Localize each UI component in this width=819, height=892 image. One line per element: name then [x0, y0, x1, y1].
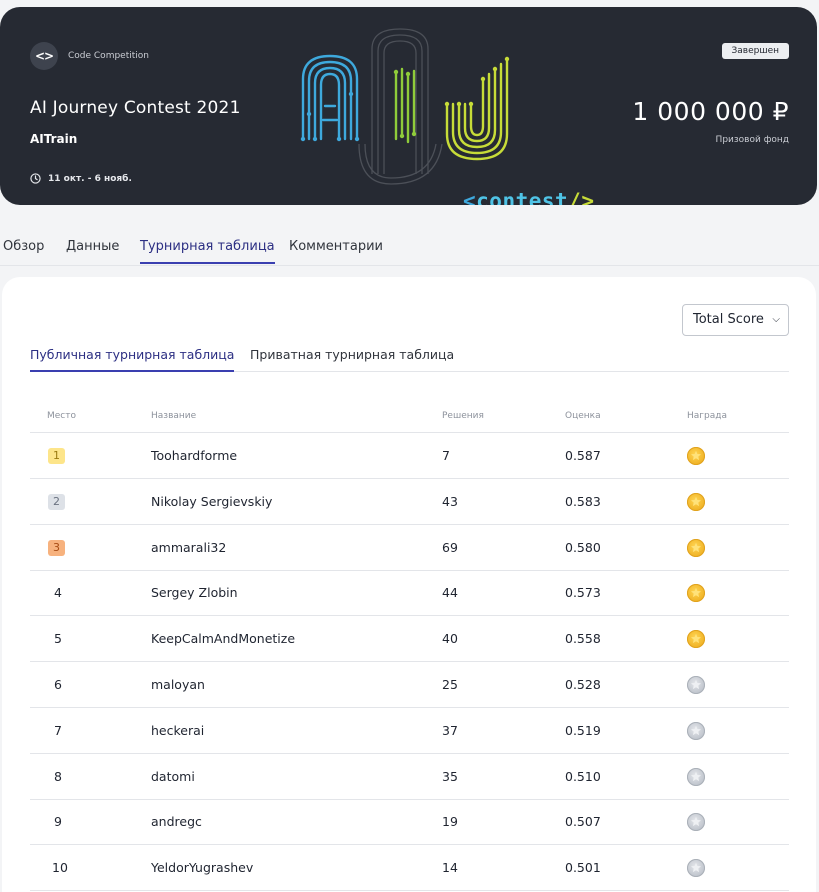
competition-type: <> Code Competition: [30, 42, 149, 70]
header-score: Оценка: [565, 411, 601, 421]
submissions-cell: 40: [442, 631, 458, 647]
rank-cell: 8: [54, 768, 62, 784]
score-cell: 0.587: [565, 448, 601, 463]
rank-cell: 5: [54, 631, 62, 647]
participant-name[interactable]: Sergey Zlobin: [151, 585, 238, 600]
participant-name[interactable]: YeldorYugrashev: [151, 860, 253, 875]
score-cell: 0.501: [565, 860, 601, 876]
table-row[interactable]: 2 Nikolay Sergievskiy 43 0.583: [30, 479, 789, 525]
submissions-cell: 35: [442, 768, 458, 784]
competition-dates-text: 11 окт. - 6 нояб.: [48, 173, 132, 184]
table-row[interactable]: 5 KeepCalmAndMonetize 40 0.558: [30, 616, 789, 663]
ai-journey-logo: [300, 28, 510, 185]
competition-title: AI Journey Contest 2021: [30, 98, 241, 118]
header-rank: Место: [47, 411, 76, 421]
participant-name[interactable]: ammarali32: [151, 540, 226, 555]
score-cell: 0.507: [565, 814, 601, 830]
tab-private-leaderboard[interactable]: Приватная турнирная таблица: [250, 347, 454, 362]
submissions-cell: 37: [442, 722, 458, 738]
table-row[interactable]: 1 Toohardforme 7 0.587: [30, 433, 789, 479]
participant-name[interactable]: datomi: [151, 769, 195, 784]
table-row[interactable]: 8 datomi 35 0.510: [30, 754, 789, 800]
code-icon: <>: [30, 42, 58, 70]
table-header: Место Название Решения Оценка Награда: [30, 402, 789, 433]
tab-overview[interactable]: Обзор: [3, 239, 44, 254]
rank-badge: 1: [48, 448, 65, 464]
silver-medal-icon: [687, 721, 705, 740]
gold-medal-icon: [687, 630, 705, 649]
tab-public-leaderboard[interactable]: Публичная турнирная таблица: [30, 347, 235, 372]
rank-badge: 3: [48, 539, 65, 556]
competition-banner: <> Code Competition AI Journey Contest 2…: [0, 7, 817, 205]
gold-medal-icon: [687, 584, 705, 603]
chevron-down-icon: ⌵: [772, 314, 780, 325]
rank-cell: 9: [54, 814, 62, 830]
table-row[interactable]: 9 andregc 19 0.507: [30, 799, 789, 846]
header-submissions: Решения: [442, 411, 484, 421]
rank-badge: 2: [48, 493, 65, 510]
score-cell: 0.558: [565, 631, 601, 647]
score-cell: 0.573: [565, 585, 601, 601]
submissions-cell: 19: [442, 814, 458, 830]
rank-cell: 4: [54, 585, 62, 601]
competition-type-label: Code Competition: [68, 51, 149, 61]
prize-label: Призовой фонд: [715, 135, 789, 145]
leaderboard-subtabs: Публичная турнирная таблица Приватная ту…: [30, 340, 789, 372]
table-row[interactable]: 3 ammarali32 69 0.580: [30, 525, 789, 571]
score-select[interactable]: Total Score ⌵: [682, 304, 789, 336]
participant-name[interactable]: Toohardforme: [151, 448, 237, 463]
competition-dates: 11 окт. - 6 нояб.: [30, 173, 132, 184]
score-cell: 0.580: [565, 539, 601, 555]
tab-comments[interactable]: Комментарии: [289, 239, 383, 254]
header-name: Название: [151, 411, 197, 421]
prize-amount: 1 000 000 ₽: [632, 97, 789, 126]
silver-medal-icon: [687, 813, 705, 832]
score-cell: 0.519: [565, 722, 601, 738]
participant-name[interactable]: KeepCalmAndMonetize: [151, 631, 295, 646]
participant-name[interactable]: maloyan: [151, 677, 205, 692]
rank-cell: 10: [52, 860, 68, 876]
table-row[interactable]: 7 heckerai 37 0.519: [30, 708, 789, 754]
gold-medal-icon: [687, 538, 705, 557]
submissions-cell: 14: [442, 860, 458, 876]
silver-medal-icon: [687, 676, 705, 694]
rank-cell: 7: [54, 722, 62, 738]
table-row[interactable]: 10 YeldorYugrashev 14 0.501: [30, 845, 789, 892]
competition-organizer: AITrain: [30, 132, 78, 146]
clock-icon: [30, 173, 41, 184]
table-row[interactable]: 4 Sergey Zlobin 44 0.573: [30, 570, 789, 617]
score-cell: 0.583: [565, 493, 601, 509]
tab-leaderboard[interactable]: Турнирная таблица: [140, 239, 275, 264]
silver-medal-icon: [687, 767, 705, 786]
participant-name[interactable]: andregc: [151, 814, 202, 829]
submissions-cell: 43: [442, 493, 458, 509]
submissions-cell: 25: [442, 677, 458, 692]
submissions-cell: 7: [442, 448, 450, 463]
gold-medal-icon: [687, 492, 705, 511]
participant-name[interactable]: heckerai: [151, 723, 204, 738]
silver-medal-icon: [687, 859, 705, 878]
score-cell: 0.528: [565, 677, 601, 692]
participant-name[interactable]: Nikolay Sergievskiy: [151, 494, 272, 509]
submissions-cell: 69: [442, 539, 458, 555]
score-cell: 0.510: [565, 768, 601, 784]
table-row[interactable]: 6 maloyan 25 0.528: [30, 662, 789, 708]
header-award: Награда: [687, 411, 727, 421]
competition-tabs: Обзор Данные Турнирная таблица Комментар…: [0, 230, 819, 266]
score-select-value: Total Score: [693, 312, 764, 327]
status-badge: Завершен: [721, 43, 789, 59]
submissions-cell: 44: [442, 585, 458, 601]
tab-data[interactable]: Данные: [66, 239, 119, 254]
contest-logo-text: <contest/>: [463, 189, 595, 205]
gold-medal-icon: [687, 447, 705, 465]
rank-cell: 6: [54, 677, 62, 692]
